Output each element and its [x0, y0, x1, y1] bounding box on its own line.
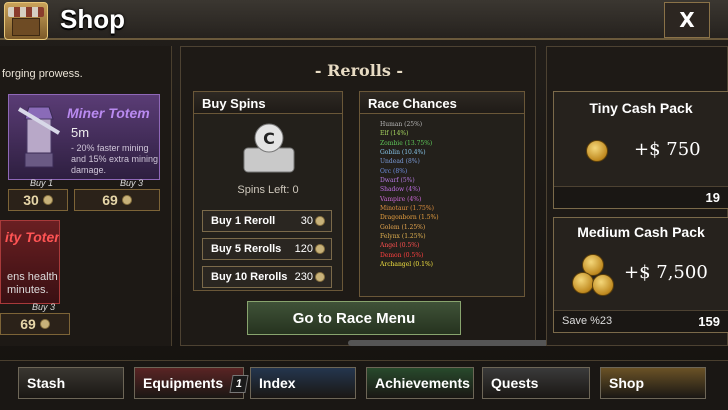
- race-chance-item: Vampire (4%): [380, 195, 422, 203]
- button-cost: 120: [295, 243, 325, 255]
- pack-footer: Save %23 159: [554, 310, 728, 332]
- item-description-fragment: forging prowess.: [2, 68, 83, 80]
- race-chance-item: Orc (8%): [380, 167, 408, 175]
- pack-name: Tiny Cash Pack: [589, 100, 693, 116]
- medium-cash-pack-card[interactable]: Medium Cash Pack +$ 7,500 Save %23 159: [553, 217, 728, 333]
- nav-stash-button[interactable]: Stash: [18, 367, 124, 399]
- cost-value: 230: [294, 271, 313, 283]
- button-label: Buy 1 Reroll: [211, 215, 276, 227]
- spins-left-count: Spins Left: 0: [237, 184, 299, 196]
- desc-line: ens health: [7, 271, 58, 283]
- nav-equipments-button[interactable]: Equipments 1: [134, 367, 249, 399]
- buy-5-rerolls-button[interactable]: Buy 5 Rerolls 120: [202, 238, 332, 260]
- race-chance-item: Dwarf (5%): [380, 177, 415, 185]
- coin-icon: [315, 272, 325, 282]
- pack-price: 19: [705, 190, 720, 205]
- coin-icon: [39, 319, 50, 329]
- buy-3-price-button[interactable]: 69: [0, 313, 70, 335]
- button-cost: 230: [295, 271, 325, 283]
- totem-description: ens health minutes.: [7, 271, 58, 297]
- nav-achievements-button[interactable]: Achievements: [366, 367, 474, 399]
- button-cost: 30: [301, 215, 325, 227]
- race-chance-item: Demon (0.5%): [380, 251, 424, 259]
- price-value: 30: [23, 192, 39, 208]
- race-chance-item: Archangel (0.1%): [380, 261, 434, 269]
- nav-label: Equipments: [143, 375, 224, 391]
- totem-duration: 5m: [71, 125, 90, 140]
- shop-store-icon: [4, 2, 48, 40]
- race-chance-item: Dragonborn (1.5%): [380, 214, 439, 222]
- totem-name: ity Totem: [5, 229, 59, 245]
- desc-line: minutes.: [7, 284, 49, 296]
- totem-name: Miner Totem: [67, 105, 150, 121]
- bottom-nav-bar: Stash Equipments 1 Index Achievements Qu…: [0, 360, 728, 410]
- buy-3-label: Buy 3: [32, 302, 56, 312]
- price-value: 69: [20, 316, 36, 332]
- vitality-totem-card[interactable]: ity Totem ens health minutes.: [0, 220, 60, 304]
- button-label: Buy 5 Rerolls: [211, 243, 282, 255]
- race-chance-item: Felynx (1.25%): [380, 233, 426, 241]
- spin-token-icon: C: [243, 123, 295, 173]
- header-bar: Shop X: [0, 0, 728, 40]
- notification-badge: 1: [229, 375, 249, 393]
- cost-value: 30: [300, 215, 313, 227]
- race-chance-item: Elf (14%): [380, 130, 409, 138]
- buy-3-price-button[interactable]: 69: [74, 189, 160, 211]
- go-to-race-menu-button[interactable]: Go to Race Menu: [247, 301, 461, 335]
- section-title: Buy Spins: [194, 92, 342, 114]
- buy-1-label: Buy 1: [30, 178, 54, 188]
- totem-description: - 20% faster mining and 15% extra mining…: [71, 143, 159, 175]
- race-chance-list: Human (25%) Elf (14%) Zombie (13.75%) Gobli…: [380, 120, 439, 270]
- race-chance-item: Angel (0.5%): [380, 242, 420, 250]
- race-chances-section: Race Chances Human (25%) Elf (14%) Zombie …: [359, 91, 525, 297]
- coin-stack-icon: [582, 134, 622, 174]
- pack-footer: 19: [554, 186, 728, 208]
- pack-name: Medium Cash Pack: [577, 224, 705, 240]
- shop-screen: Shop X forging prowess. Miner Totem 5m -…: [0, 0, 728, 410]
- horizontal-scrollbar[interactable]: [348, 340, 574, 346]
- race-chance-item: Minotaur (1.75%): [380, 205, 434, 213]
- buy-1-reroll-button[interactable]: Buy 1 Reroll 30: [202, 210, 332, 232]
- race-chance-item: Undead (8%): [380, 158, 420, 166]
- coin-icon: [315, 244, 325, 254]
- pack-amount: +$ 7,500: [624, 262, 708, 283]
- buy-10-rerolls-button[interactable]: Buy 10 Rerolls 230: [202, 266, 332, 288]
- buy-3-label: Buy 3: [120, 178, 144, 188]
- close-button[interactable]: X: [664, 2, 710, 38]
- nav-shop-button[interactable]: Shop: [600, 367, 706, 399]
- race-chance-item: Human (25%): [380, 121, 423, 128]
- buy-1-price-button[interactable]: 30: [8, 189, 68, 211]
- page-title: Shop: [60, 4, 125, 34]
- coin-icon: [121, 195, 132, 205]
- rerolls-title: - Rerolls -: [314, 61, 404, 80]
- button-label: Buy 10 Rerolls: [211, 271, 288, 283]
- pack-amount: +$ 750: [634, 139, 701, 160]
- race-chance-item: Zombie (13.75%): [380, 139, 433, 147]
- pack-savings: Save %23: [562, 315, 613, 327]
- totem-shop-panel: forging prowess. Miner Totem 5m - 20% fa…: [0, 46, 172, 346]
- price-value: 69: [102, 192, 118, 208]
- cash-packs-panel: Tiny Cash Pack +$ 750 19 Medium Cash Pac…: [546, 46, 728, 346]
- miner-totem-card[interactable]: Miner Totem 5m - 20% faster mining and 1…: [8, 94, 160, 180]
- coin-pile-icon: [568, 252, 620, 304]
- nav-quests-button[interactable]: Quests: [482, 367, 590, 399]
- race-chance-item: Goblin (10.4%): [380, 149, 426, 157]
- nav-index-button[interactable]: Index: [250, 367, 356, 399]
- section-title: Race Chances: [360, 92, 524, 114]
- cost-value: 120: [294, 243, 313, 255]
- race-chance-item: Shadow (4%): [380, 186, 421, 194]
- pack-price: 159: [698, 314, 720, 329]
- spin-token-letter: C: [263, 129, 275, 148]
- coin-icon: [315, 216, 325, 226]
- coin-icon: [42, 195, 53, 205]
- tiny-cash-pack-card[interactable]: Tiny Cash Pack +$ 750 19: [553, 91, 728, 209]
- race-chance-item: Golem (1.25%): [380, 223, 426, 231]
- rerolls-panel: - Rerolls - Buy Spins C Spins Left: 0 Bu…: [180, 46, 536, 346]
- pickaxe-totem-icon: [17, 106, 61, 168]
- buy-spins-section: Buy Spins C Spins Left: 0 Buy 1 Reroll 3…: [193, 91, 343, 291]
